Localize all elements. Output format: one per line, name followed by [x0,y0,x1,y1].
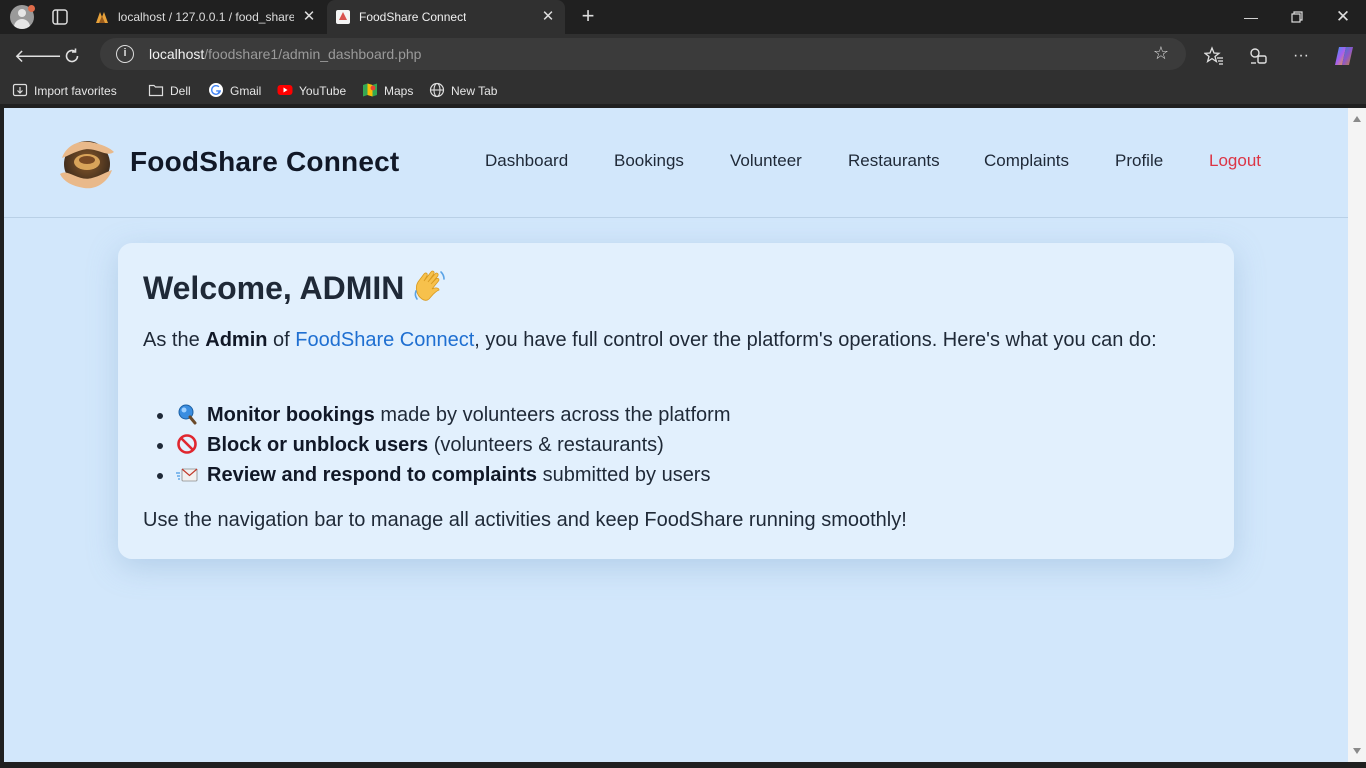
foodshare-favicon-icon [335,9,351,25]
page-viewport: FoodShare Connect Dashboard Bookings Vol… [4,108,1348,762]
phpmyadmin-favicon-icon [94,9,110,25]
tab-close-icon[interactable]: ✕ [300,8,318,26]
page-scrollbar[interactable] [1348,108,1366,762]
foodshare-link[interactable]: FoodShare Connect [295,329,474,351]
welcome-heading: Welcome, ADMIN [143,269,448,307]
brand-title[interactable]: FoodShare Connect [130,146,399,178]
profile-notification-dot [28,5,35,12]
back-icon[interactable]: 🡐 [14,42,62,70]
scroll-down-icon[interactable] [1353,748,1361,754]
incoming-envelope-icon [176,463,198,485]
favorites-icon[interactable] [1200,42,1228,70]
foodshare-logo-icon[interactable] [56,138,118,194]
minimize-icon[interactable]: — [1228,0,1274,34]
folder-icon [148,82,164,98]
nav-dashboard[interactable]: Dashboard [485,151,568,171]
tab-actions-icon[interactable] [50,7,70,27]
nav-logout[interactable]: Logout [1209,151,1261,171]
maps-icon [362,82,378,98]
reload-icon[interactable] [58,42,86,70]
browser-tab-strip: localhost / 127.0.0.1 / food_share ✕ Foo… [0,0,1366,34]
prohibited-icon [176,433,198,455]
list-item: Review and respond to complaints submitt… [143,460,731,490]
copilot-icon[interactable] [1330,42,1358,70]
more-options-icon[interactable]: ··· [1287,42,1315,70]
list-item: Monitor bookings made by volunteers acro… [143,400,731,430]
nav-bookings[interactable]: Bookings [614,151,684,171]
globe-icon [429,82,445,98]
magnifier-icon [176,403,198,425]
tab-title: FoodShare Connect [359,10,467,24]
tab-phpmyadmin[interactable]: localhost / 127.0.0.1 / food_share ✕ [86,0,326,34]
nav-volunteer[interactable]: Volunteer [730,151,802,171]
url-text[interactable]: localhost/foodshare1/admin_dashboard.php [149,46,421,62]
welcome-intro: As the Admin of FoodShare Connect, you h… [143,329,1157,351]
site-navbar: FoodShare Connect Dashboard Bookings Vol… [4,108,1348,218]
new-tab-icon[interactable]: + [577,5,599,28]
add-favorite-star-icon[interactable]: ☆ [1151,43,1171,63]
bookmarks-bar: Import favorites Dell Gmail YouTube Maps… [0,76,1366,104]
welcome-card: Welcome, ADMIN As the Admin of FoodShare… [118,243,1234,559]
nav-restaurants[interactable]: Restaurants [848,151,940,171]
waving-hand-icon [412,269,448,303]
capabilities-list: Monitor bookings made by volunteers acro… [143,400,731,490]
welcome-outro: Use the navigation bar to manage all act… [143,509,907,531]
bookmark-gmail[interactable]: Gmail [208,82,261,100]
tab-title: localhost / 127.0.0.1 / food_share [118,10,294,24]
restore-icon[interactable] [1274,0,1320,34]
site-info-icon[interactable]: i [116,45,134,63]
nav-profile[interactable]: Profile [1115,151,1163,171]
close-window-icon[interactable]: ✕ [1320,0,1366,34]
nav-complaints[interactable]: Complaints [984,151,1069,171]
collections-icon[interactable] [1244,42,1272,70]
list-item: Block or unblock users (volunteers & res… [143,430,731,460]
bookmark-import-favorites[interactable]: Import favorites [12,82,117,100]
tab-close-icon[interactable]: ✕ [539,8,557,26]
scroll-up-icon[interactable] [1353,116,1361,122]
bookmark-youtube[interactable]: YouTube [277,82,346,100]
google-icon [208,82,224,98]
window-bottom-edge [0,762,1366,768]
import-icon [12,82,28,98]
bookmark-dell[interactable]: Dell [148,82,191,100]
bookmark-maps[interactable]: Maps [362,82,413,100]
tab-foodshare[interactable]: FoodShare Connect ✕ [327,0,565,34]
bookmark-new-tab[interactable]: New Tab [429,82,497,100]
youtube-icon [277,82,293,98]
